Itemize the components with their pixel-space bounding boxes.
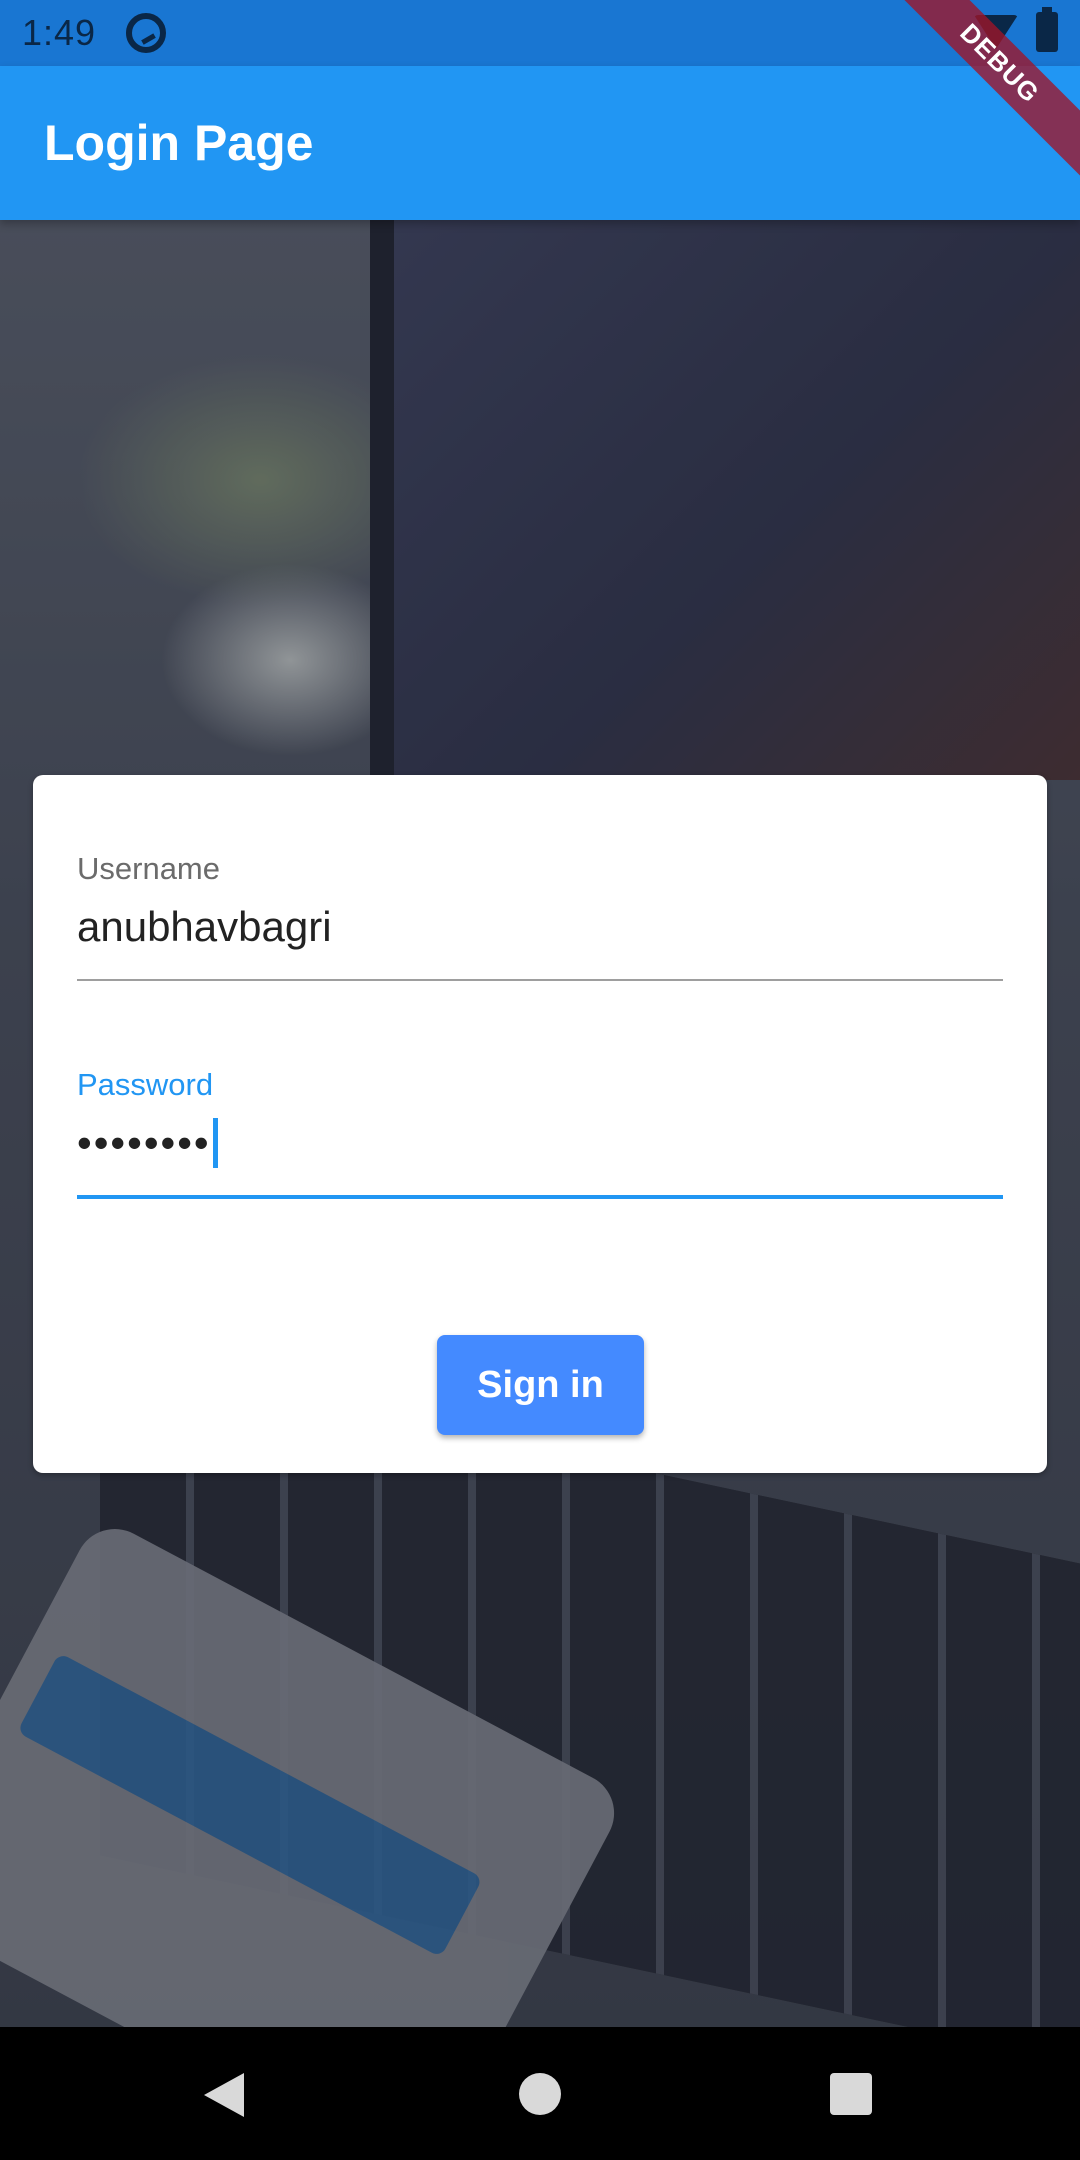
password-field[interactable]: Password •••••••• [77,1067,1003,1199]
app-notification-icon [126,13,167,53]
username-field[interactable]: Username anubhavbagri [77,851,1003,981]
sign-in-button[interactable]: Sign in [437,1335,644,1435]
text-cursor [212,1118,218,1168]
recents-icon[interactable] [830,2073,872,2115]
username-underline [77,979,1003,981]
username-input[interactable]: anubhavbagri [77,899,1003,955]
back-icon[interactable] [204,2073,244,2117]
screen: 1:49 DEBUG Login Page Username anubhavba… [0,0,1080,2160]
home-icon[interactable] [519,2073,561,2115]
username-label: Username [77,851,220,886]
login-card: Username anubhavbagri Password •••••••• … [33,775,1047,1473]
app-bar: Login Page [0,66,1080,220]
password-label: Password [77,1067,214,1102]
password-value: •••••••• [77,1119,211,1166]
battery-icon [1036,7,1058,52]
username-value: anubhavbagri [77,903,332,950]
navigation-bar [0,2027,1080,2160]
page-title: Login Page [44,115,314,171]
password-underline [77,1195,1003,1199]
password-input[interactable]: •••••••• [77,1115,1003,1171]
status-time: 1:49 [22,12,97,53]
